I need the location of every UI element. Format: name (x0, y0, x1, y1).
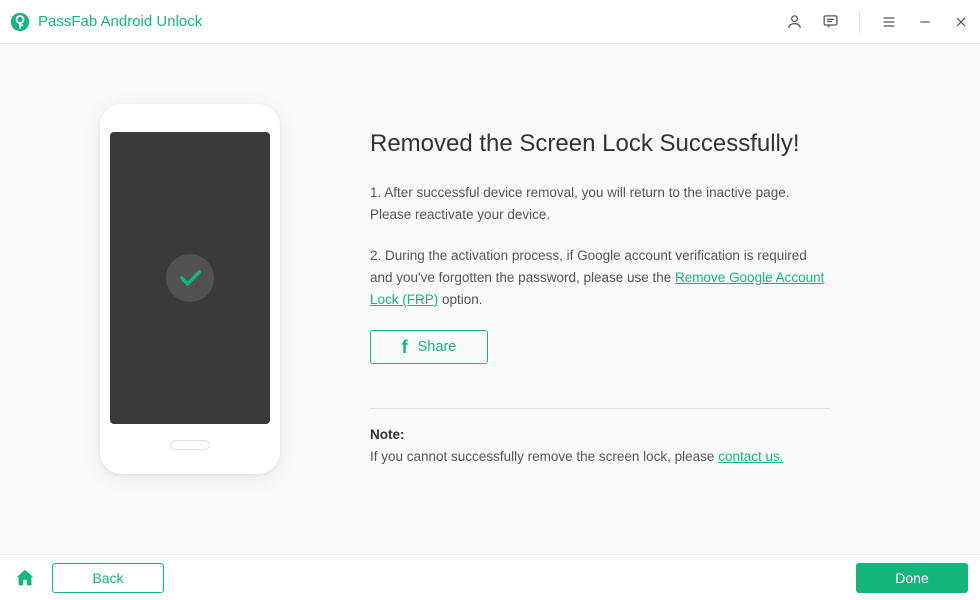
home-icon[interactable] (12, 565, 38, 591)
titlebar-divider (859, 11, 860, 33)
checkmark-icon (166, 254, 214, 302)
share-button[interactable]: f Share (370, 330, 488, 364)
feedback-icon[interactable] (821, 13, 839, 31)
user-icon[interactable] (785, 13, 803, 31)
contact-link[interactable]: contact us. (718, 449, 783, 464)
instruction-1: 1. After successful device removal, you … (370, 182, 830, 225)
title-bar: PassFab Android Unlock (0, 0, 980, 44)
share-label: Share (418, 339, 457, 355)
minimize-icon[interactable] (916, 13, 934, 31)
facebook-icon: f (402, 337, 408, 358)
text-panel: Removed the Screen Lock Successfully! 1.… (370, 130, 830, 468)
app-logo-icon (10, 12, 30, 32)
instruction-2: 2. During the activation process, if Goo… (370, 245, 830, 310)
close-icon[interactable] (952, 13, 970, 31)
app-title: PassFab Android Unlock (38, 13, 785, 30)
phone-illustration (100, 104, 310, 494)
phone-screen (110, 132, 270, 424)
note-prefix: If you cannot successfully remove the sc… (370, 449, 718, 464)
note-text: If you cannot successfully remove the sc… (370, 446, 830, 468)
success-heading: Removed the Screen Lock Successfully! (370, 130, 830, 158)
done-button[interactable]: Done (856, 563, 968, 593)
back-button[interactable]: Back (52, 563, 164, 593)
footer-bar: Back Done (0, 554, 980, 600)
note-label: Note: (370, 427, 830, 442)
menu-icon[interactable] (880, 13, 898, 31)
phone-body (100, 104, 280, 474)
phone-home-button (170, 440, 210, 450)
main-content: Removed the Screen Lock Successfully! 1.… (0, 44, 980, 554)
divider (370, 408, 830, 409)
instruction-2-suffix: option. (438, 292, 482, 307)
